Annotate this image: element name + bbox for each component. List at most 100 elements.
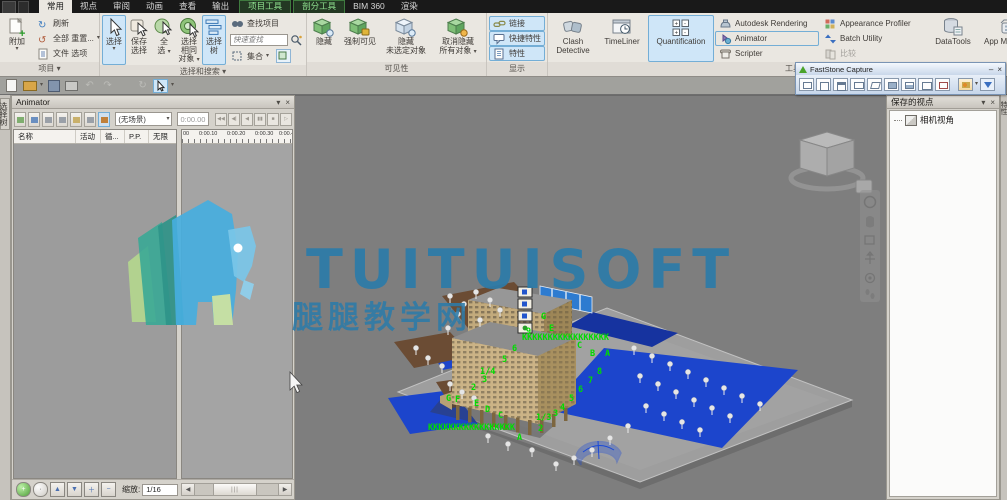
timeliner-button[interactable]: TimeLiner [597,15,647,62]
file-options-button[interactable]: 文件 选项 [33,46,97,61]
animator-item-list[interactable]: 名称 活动 循... P.P. 无限 [13,129,177,479]
app-manager-button[interactable]: App Manager [980,15,1007,62]
capture-object-button[interactable] [833,78,848,91]
append-button[interactable]: + 附加 ▾ [2,15,32,62]
faststone-close-button[interactable]: × [997,65,1002,74]
dropdown-caret[interactable]: ▾ [171,83,174,88]
links-button[interactable]: 链接 [489,16,545,31]
properties-button[interactable]: 特性 [489,46,545,61]
play-button[interactable]: ▷ [280,113,292,126]
quantification-button[interactable]: +-+- Quantification [648,15,714,62]
group-label-project[interactable]: 项目 ▾ [0,62,99,76]
panel-close-icon[interactable]: × [990,98,995,107]
animator-button[interactable]: Animator [715,31,819,46]
manage-sets-icon[interactable] [276,49,291,63]
group-label-display[interactable]: 显示 [487,62,547,76]
column-name[interactable]: 名称 [14,130,76,143]
selection-tree-dock-tab[interactable]: 选择树 [0,98,10,130]
zoom-out-button[interactable]: − [101,482,116,497]
quick-find-input[interactable] [230,34,288,46]
batch-utility-button[interactable]: Batch Utility [820,31,926,46]
faststone-settings-button[interactable] [958,78,973,91]
viewpoint-item[interactable]: 相机视角 [890,111,996,126]
faststone-minimize-button[interactable]: – [989,65,993,74]
add-folder-button[interactable] [70,112,82,127]
find-items-button[interactable]: 查找项目 [227,16,306,31]
reset-all-button[interactable]: ↺ 全部 重置... ▾ [33,31,97,46]
tab-review[interactable]: 审阅 [105,0,138,13]
move-down-button[interactable]: ▼ [67,482,82,497]
scroll-left-arrow[interactable]: ◀ [182,484,195,495]
tab-viewpoint[interactable]: 视点 [72,0,105,13]
capture-active-window-button[interactable] [799,78,814,91]
datatools-button[interactable]: DataTools [927,15,979,62]
capture-rectangle-button[interactable] [850,78,865,91]
scroll-right-arrow[interactable]: ▶ [278,484,291,495]
timeline-horizontal-scrollbar[interactable]: ◀ ||| ▶ [181,483,292,496]
add-scene-button[interactable] [14,112,26,127]
dropdown-caret[interactable]: ▾ [40,83,43,88]
appearance-profiler-button[interactable]: Appearance Profiler [820,16,926,31]
add-section-plane-button[interactable] [56,112,68,127]
tab-section-tools[interactable]: 剖分工具 [293,0,345,13]
capture-freehand-button[interactable] [867,78,882,91]
selection-tree-button[interactable]: 选择 树 [202,15,226,65]
autodesk-rendering-button[interactable]: Autodesk Rendering [715,16,819,31]
force-visible-button[interactable]: 强制可见 [340,15,380,62]
capture-keyframe-button[interactable] [84,112,96,127]
save-selection-button[interactable]: 保存 选择 [127,15,151,65]
faststone-title-bar[interactable]: FastStone Capture – × [796,63,1005,75]
panel-close-icon[interactable]: × [285,98,290,107]
capture-fixed-region-button[interactable] [918,78,933,91]
column-pp[interactable]: P.P. [125,130,149,143]
pause-button[interactable]: ▮▮ [254,113,266,126]
toggle-snapping-button[interactable] [98,112,110,127]
zoom-value-field[interactable]: 1/16 [142,484,178,496]
clash-detective-button[interactable]: Clash Detective [550,15,596,62]
tab-output[interactable]: 输出 [204,0,237,13]
select-button[interactable]: 选择 ▾ [102,15,126,65]
select-tool-button[interactable] [153,79,168,93]
faststone-picker-button[interactable] [980,78,995,91]
hide-button[interactable]: 隐藏 [309,15,339,62]
rewind-button[interactable]: ◀◀ [215,113,227,126]
panel-pin-icon[interactable]: ▾ [276,98,280,107]
column-active[interactable]: 活动 [76,130,101,143]
add-animation-set-button[interactable] [42,112,54,127]
tab-render[interactable]: 渲染 [393,0,426,13]
quick-find-search-icon[interactable] [290,34,303,46]
stop-button[interactable]: ■ [267,113,279,126]
sets-button[interactable]: 集合 ▾ [227,49,306,64]
hide-unselected-button[interactable]: 隐藏 未选定对象 [381,15,431,62]
animation-time-field[interactable]: 0:00.00 [177,112,209,126]
tab-bim360[interactable]: BIM 360 [345,0,393,13]
dropdown-caret[interactable]: ▾ [975,82,978,87]
step-back-button[interactable]: ◀| [228,113,240,126]
capture-scrolling-button[interactable] [901,78,916,91]
group-label-visibility[interactable]: 可见性 [307,62,486,76]
viewport-3d[interactable] [295,95,886,500]
tab-animation[interactable]: 动画 [138,0,171,13]
unhide-all-button[interactable]: 取消隐藏 所有对象 ▾ [432,15,484,62]
group-label-select-search[interactable]: 选择和搜索 ▾ [100,65,306,77]
scene-picker-dropdown[interactable]: (无场景) ▾ [115,112,172,126]
tab-view[interactable]: 查看 [171,0,204,13]
add-camera-button[interactable] [28,112,40,127]
column-loop[interactable]: 循... [101,130,125,143]
quick-properties-button[interactable]: 快捷特性 [489,31,545,46]
properties-dock-tab[interactable]: 特性 [1001,98,1007,118]
tab-home[interactable]: 常用 [39,0,72,13]
open-file-button[interactable] [22,79,37,93]
animator-timeline[interactable]: 00 0:00.10 0:00.20 0:00.30 0:00.40 [181,129,293,479]
save-button[interactable] [46,79,61,93]
panel-pin-icon[interactable]: ▾ [981,98,985,107]
column-infinite[interactable]: 无限 [149,130,176,143]
scroll-thumb[interactable]: ||| [213,484,257,495]
move-up-button[interactable]: ▲ [50,482,65,497]
capture-fullscreen-button[interactable] [884,78,899,91]
animator-title-bar[interactable]: Animator ▾ × [12,96,294,109]
saved-viewpoints-tree[interactable]: 相机视角 [889,110,997,497]
tab-item-tools[interactable]: 项目工具 [239,0,291,13]
add-keyframe-button[interactable]: + [16,482,31,497]
capture-window-button[interactable] [816,78,831,91]
